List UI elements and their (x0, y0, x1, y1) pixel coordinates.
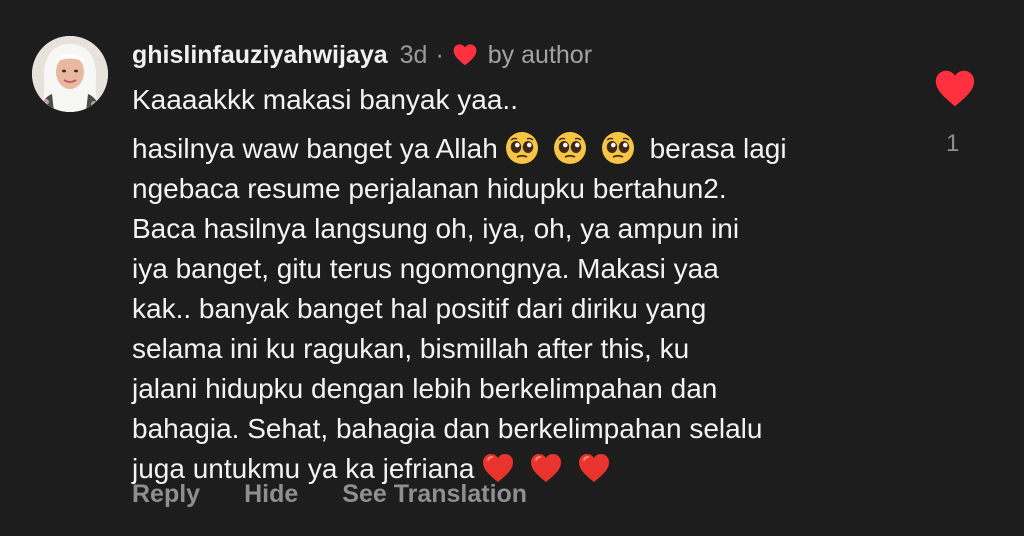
comment-line: ngebaca resume perjalanan hidupku bertah… (132, 173, 727, 204)
author-like-badge: by author (487, 40, 593, 69)
comment-line: hasilnya waw banget ya Allah berasa lagi (132, 129, 912, 169)
comment-username[interactable]: ghislinfauziyahwijaya (132, 41, 388, 70)
separator-dot: · (435, 40, 444, 69)
comment-body: Kaaaakkk makasi banyak yaa.. hasilnya wa… (132, 80, 912, 489)
pleading-face-emoji (505, 131, 539, 165)
avatar[interactable] (32, 36, 108, 112)
heart-icon (452, 42, 478, 68)
red-heart-emoji (577, 451, 611, 485)
comment-line: kak.. banyak banget hal positif dari dir… (132, 293, 707, 324)
comment-header: ghislinfauziyahwijaya 3d · by author (132, 38, 592, 72)
comment-line: iya banget, gitu terus ngomongnya. Makas… (132, 253, 719, 284)
comment-greeting: Kaaaakkk makasi banyak yaa.. (132, 84, 518, 115)
comment-line-text: berasa lagi (649, 133, 787, 164)
avatar-photo (32, 36, 108, 112)
hide-button[interactable]: Hide (244, 480, 298, 509)
comment-line: jalani hidupku dengan lebih berkelimpaha… (132, 373, 718, 404)
comment-line: bahagia. Sehat, bahagia dan berkelimpaha… (132, 413, 763, 444)
like-heart-icon[interactable] (934, 68, 976, 108)
comment-timestamp: 3d (399, 40, 428, 69)
see-translation-button[interactable]: See Translation (342, 480, 527, 509)
comment-line: Baca hasilnya langsung oh, iya, oh, ya a… (132, 213, 740, 244)
comment-actions: Reply Hide See Translation (132, 480, 571, 509)
comment-line: selama ini ku ragukan, bismillah after t… (132, 333, 690, 364)
like-count[interactable]: 1 (946, 130, 959, 158)
pleading-face-emoji (553, 131, 587, 165)
reply-button[interactable]: Reply (132, 480, 200, 509)
comment-line-text: hasilnya waw banget ya Allah (132, 133, 498, 164)
pleading-face-emoji (601, 131, 635, 165)
